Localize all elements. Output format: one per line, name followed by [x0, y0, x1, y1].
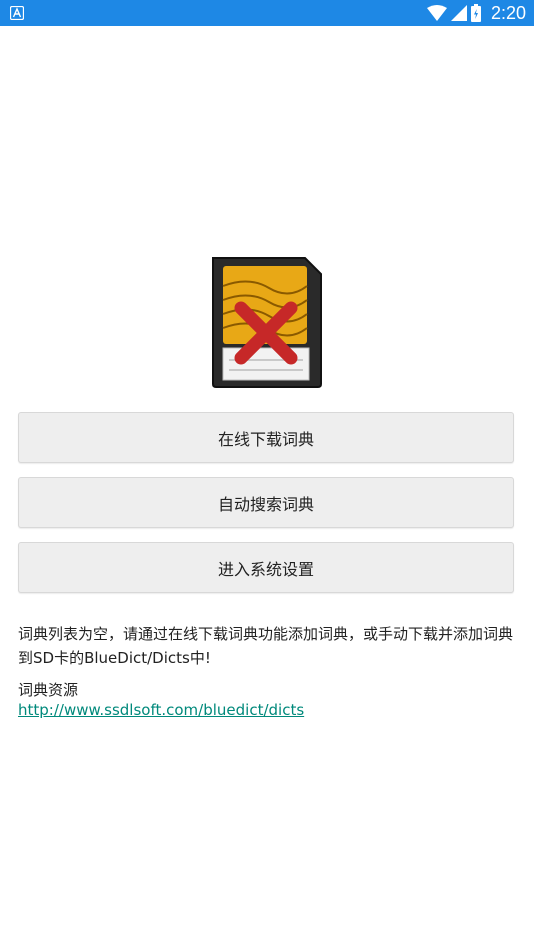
download-online-button[interactable]: 在线下载词典: [18, 412, 514, 463]
battery-icon: [470, 4, 481, 22]
status-icons: 2:20: [426, 0, 526, 26]
auto-search-button[interactable]: 自动搜索词典: [18, 477, 514, 528]
signal-icon: [450, 5, 467, 21]
resources-label: 词典资源: [18, 681, 79, 699]
app-notification-icon: [10, 6, 24, 20]
status-time: 2:20: [490, 2, 526, 23]
wifi-icon: [426, 5, 447, 21]
resources-link[interactable]: http://www.ssdlsoft.com/bluedict/dicts: [18, 699, 304, 721]
empty-list-message: 词典列表为空，请通过在线下载词典功能添加词典，或手动下载并添加词典到SD卡的Bl…: [18, 625, 514, 667]
sd-card-error-icon: [212, 257, 322, 388]
status-bar: 2:20: [0, 0, 534, 26]
system-settings-button[interactable]: 进入系统设置: [18, 542, 514, 593]
